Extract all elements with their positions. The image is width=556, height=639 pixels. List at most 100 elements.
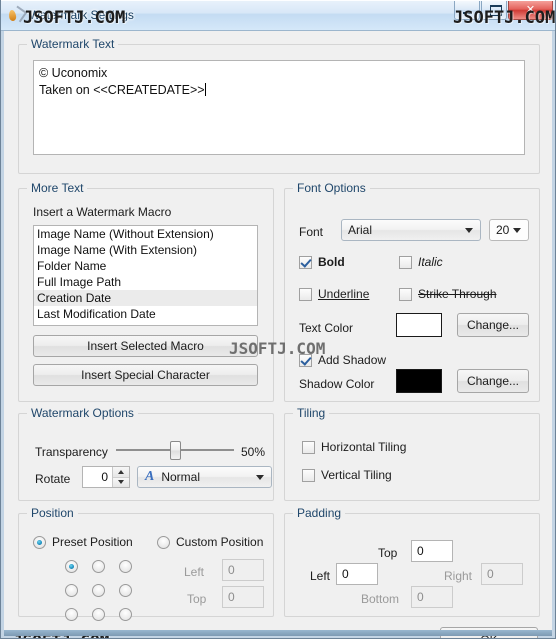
transparency-label: Transparency xyxy=(35,445,108,459)
title-bar: Watermark Settings ✕ JSOFTJ.COM JSOFTJ.C… xyxy=(1,0,555,31)
preset-grid-top-right[interactable] xyxy=(119,560,132,573)
padding-top-input[interactable]: 0 xyxy=(411,540,453,562)
strike-through-checkbox[interactable]: Strike Through xyxy=(399,287,497,301)
shadow-color-label: Shadow Color xyxy=(299,377,375,391)
preset-grid-middle-right[interactable] xyxy=(119,584,132,597)
font-label: Font xyxy=(299,225,324,239)
window-title: Watermark Settings xyxy=(29,8,134,22)
close-icon: ✕ xyxy=(525,3,536,16)
text-color-change-button[interactable]: Change... xyxy=(457,313,529,337)
vertical-tiling-label: Vertical Tiling xyxy=(321,468,392,482)
preset-grid-top-left[interactable] xyxy=(65,560,78,573)
checkbox-icon xyxy=(299,353,312,367)
watermark-settings-window: Watermark Settings ✕ JSOFTJ.COM JSOFTJ.C… xyxy=(0,0,556,639)
bold-checkbox[interactable]: Bold xyxy=(299,255,345,269)
preset-grid-bottom-center[interactable] xyxy=(92,608,105,621)
shadow-color-swatch[interactable] xyxy=(396,369,442,393)
transparency-slider[interactable] xyxy=(116,440,234,460)
position-left-input[interactable]: 0 xyxy=(222,559,264,581)
checkbox-icon xyxy=(302,440,315,454)
watermark-text-line-2-wrap: Taken on <<CREATEDATE>> xyxy=(39,82,519,99)
insert-special-character-button[interactable]: Insert Special Character xyxy=(33,364,258,386)
padding-top-label: Top xyxy=(378,546,398,560)
watermark-text-legend: Watermark Text xyxy=(27,37,119,51)
shadow-color-change-button[interactable]: Change... xyxy=(457,369,529,393)
minimize-button[interactable] xyxy=(454,1,480,20)
padding-group: Padding Top 0 Left 0 Right 0 Bottom 0 xyxy=(284,506,540,617)
text-color-label: Text Color xyxy=(299,321,354,335)
checkbox-icon xyxy=(299,255,312,269)
insert-macro-label: Insert a Watermark Macro xyxy=(33,205,172,219)
checkbox-icon xyxy=(299,287,312,301)
padding-legend: Padding xyxy=(293,506,346,520)
font-size-dropdown[interactable]: 20 xyxy=(489,219,529,241)
custom-position-label: Custom Position xyxy=(176,535,264,549)
italic-label: Italic xyxy=(418,255,443,269)
list-item[interactable]: Image Name (Without Extension) xyxy=(34,226,257,242)
chevron-up-icon xyxy=(118,469,124,474)
list-item-selected[interactable]: Creation Date xyxy=(34,290,257,306)
slider-thumb[interactable] xyxy=(170,441,181,460)
font-options-legend: Font Options xyxy=(293,181,370,195)
radio-icon xyxy=(33,535,46,549)
preset-grid-bottom-left[interactable] xyxy=(65,608,78,621)
position-legend: Position xyxy=(27,506,78,520)
underline-label: Underline xyxy=(318,287,370,301)
macro-listbox[interactable]: Image Name (Without Extension) Image Nam… xyxy=(33,225,258,326)
font-family-dropdown[interactable]: Arial xyxy=(341,219,481,241)
preset-grid-middle-left[interactable] xyxy=(65,584,78,597)
checkbox-icon xyxy=(399,287,412,301)
more-text-group: More Text Insert a Watermark Macro Image… xyxy=(18,181,274,402)
maximize-button[interactable] xyxy=(481,1,507,20)
font-family-value: Arial xyxy=(348,223,373,237)
transparency-value: 50% xyxy=(241,445,266,459)
close-button[interactable]: ✕ xyxy=(508,1,553,20)
add-shadow-label: Add Shadow xyxy=(318,353,387,367)
position-top-label: Top xyxy=(187,592,207,606)
padding-bottom-label: Bottom xyxy=(361,592,400,606)
position-top-input[interactable]: 0 xyxy=(222,586,264,608)
preset-position-label: Preset Position xyxy=(52,535,133,549)
padding-left-input[interactable]: 0 xyxy=(336,563,378,585)
vertical-tiling-checkbox[interactable]: Vertical Tiling xyxy=(302,468,392,482)
watermark-style-dropdown[interactable]: A Normal xyxy=(137,466,272,488)
italic-a-icon: A xyxy=(145,469,155,484)
stepper-up-button[interactable] xyxy=(113,467,129,477)
preset-grid-middle-center[interactable] xyxy=(92,584,105,597)
chevron-down-icon xyxy=(465,228,473,233)
checkbox-icon xyxy=(399,255,412,269)
add-shadow-checkbox[interactable]: Add Shadow xyxy=(299,353,386,367)
list-item[interactable]: Folder Name xyxy=(34,258,257,274)
position-group: Position Preset Position Custom Position… xyxy=(18,506,274,621)
watermark-text-input[interactable]: © Uconomix Taken on <<CREATEDATE>> xyxy=(33,60,525,155)
watermark-text-group: Watermark Text © Uconomix Taken on <<CRE… xyxy=(18,37,540,174)
font-size-value: 20 xyxy=(496,223,510,237)
stepper-down-button[interactable] xyxy=(113,476,129,487)
underline-checkbox[interactable]: Underline xyxy=(299,287,369,301)
tiling-group: Tiling Horizontal Tiling Vertical Tiling xyxy=(284,406,540,501)
horizontal-tiling-checkbox[interactable]: Horizontal Tiling xyxy=(302,440,406,454)
padding-right-label: Right xyxy=(444,569,473,583)
custom-position-radio[interactable]: Custom Position xyxy=(157,535,263,549)
list-item[interactable]: Last Modification Date xyxy=(34,306,257,322)
text-caret xyxy=(204,83,206,96)
rotate-stepper[interactable]: 0 xyxy=(82,466,130,488)
insert-selected-macro-button[interactable]: Insert Selected Macro xyxy=(33,335,258,357)
maximize-icon xyxy=(490,5,502,16)
list-item[interactable]: Full Image Path xyxy=(34,274,257,290)
italic-checkbox[interactable]: Italic xyxy=(399,255,443,269)
padding-right-input[interactable]: 0 xyxy=(481,563,523,585)
rotate-value: 0 xyxy=(101,470,108,484)
client-area: Watermark Text © Uconomix Taken on <<CRE… xyxy=(1,31,555,638)
preset-position-radio[interactable]: Preset Position xyxy=(33,535,133,549)
bold-label: Bold xyxy=(318,255,345,269)
chevron-down-icon xyxy=(256,475,264,480)
padding-bottom-input[interactable]: 0 xyxy=(411,586,453,608)
text-color-swatch[interactable] xyxy=(396,313,442,337)
rotate-label: Rotate xyxy=(35,472,71,486)
preset-grid-bottom-right[interactable] xyxy=(119,608,132,621)
more-text-legend: More Text xyxy=(27,181,88,195)
list-item[interactable]: Image Name (With Extension) xyxy=(34,242,257,258)
preset-grid-top-center[interactable] xyxy=(92,560,105,573)
window-bottom-edge xyxy=(4,630,552,636)
